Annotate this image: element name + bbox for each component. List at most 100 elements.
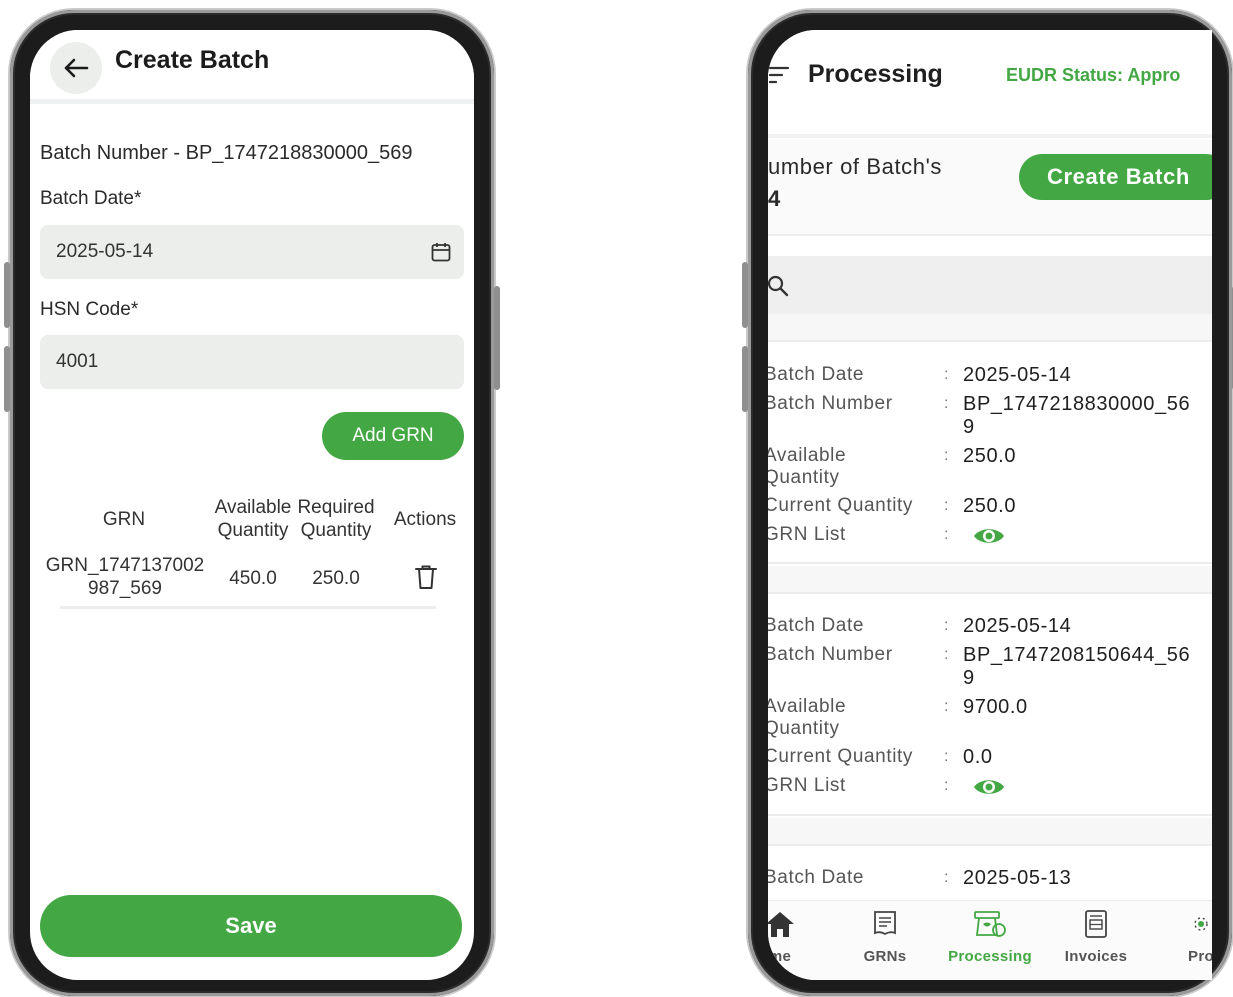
batch-date-field[interactable]: 2025-05-14 bbox=[40, 225, 464, 279]
header-line: Quantity bbox=[217, 520, 289, 541]
current-quantity-value: 250.0 bbox=[963, 495, 1017, 517]
available-quantity-key: Available Quantity bbox=[768, 445, 846, 489]
current-quantity-key: Current Quantity bbox=[768, 495, 913, 516]
hsn-code-label: HSN Code* bbox=[40, 299, 139, 320]
grn-list-key: GRN List bbox=[768, 775, 846, 796]
separator: : bbox=[944, 698, 949, 715]
nav-label: Invoices bbox=[1064, 948, 1128, 965]
row-divider bbox=[60, 606, 436, 609]
right-phone-frame: Processing EUDR Status: Appro umber of B… bbox=[742, 10, 1233, 996]
available-quantity-cell: 450.0 bbox=[229, 568, 277, 589]
grn-id-line: GRN_1747137002 bbox=[45, 555, 205, 576]
phone-side-button bbox=[4, 346, 10, 412]
batch-count-value: 4 bbox=[768, 186, 781, 211]
current-quantity-key: Current Quantity bbox=[768, 746, 913, 767]
batch-count-label: umber of Batch's bbox=[768, 154, 942, 179]
save-button[interactable]: Save bbox=[40, 895, 462, 957]
batch-date-key: Batch Date bbox=[768, 615, 864, 636]
key-line: Quantity bbox=[768, 718, 840, 739]
eye-icon[interactable] bbox=[972, 525, 1006, 547]
processing-screen: Processing EUDR Status: Appro umber of B… bbox=[768, 30, 1212, 980]
available-quantity-value: 9700.0 bbox=[963, 696, 1028, 718]
page-title: Create Batch bbox=[115, 46, 270, 74]
grn-cell: GRN_1747137002 987_569 bbox=[40, 554, 210, 600]
header-line: Required bbox=[297, 497, 375, 518]
nav-label: Processing bbox=[948, 948, 1032, 965]
grn-list-key: GRN List bbox=[768, 524, 846, 545]
nav-item-invoices[interactable]: Invoices bbox=[1046, 909, 1146, 965]
nav-item-profile[interactable]: Pro bbox=[1151, 909, 1212, 965]
create-batch-button[interactable]: Create Batch bbox=[1019, 154, 1212, 200]
batch-number-line: 9 bbox=[963, 416, 975, 438]
batch-date-label: Batch Date* bbox=[40, 188, 142, 209]
nav-item-grns[interactable]: GRNs bbox=[835, 909, 935, 965]
batch-number-value: BP_1747208150644_56 9 bbox=[963, 644, 1190, 690]
batch-date-value: 2025-05-14 bbox=[963, 364, 1072, 386]
nav-label: GRNs bbox=[863, 948, 907, 965]
phone-side-button bbox=[4, 262, 10, 328]
key-line: Available bbox=[768, 696, 847, 717]
batch-number-text: Batch Number - BP_1747218830000_569 bbox=[40, 142, 413, 164]
batch-date-key: Batch Date bbox=[768, 364, 864, 385]
separator: : bbox=[944, 447, 949, 464]
invoices-icon bbox=[1085, 910, 1107, 938]
bottom-navigation: me GRNs Processing Invoices Pro bbox=[768, 900, 1212, 980]
back-button[interactable] bbox=[50, 42, 102, 94]
separator: : bbox=[944, 366, 949, 383]
separator: : bbox=[944, 497, 949, 514]
column-header-required: Required Quantity bbox=[295, 496, 377, 542]
grn-id-line: 987_569 bbox=[88, 578, 162, 599]
column-header-actions: Actions bbox=[393, 509, 457, 530]
batch-number-value: BP_1747218830000_56 9 bbox=[963, 393, 1190, 439]
hsn-code-field[interactable]: 4001 bbox=[40, 335, 464, 389]
required-quantity-cell: 250.0 bbox=[312, 568, 360, 589]
eudr-status: EUDR Status: Appro bbox=[1006, 65, 1181, 85]
processing-icon bbox=[974, 911, 1006, 937]
trash-icon[interactable] bbox=[414, 564, 438, 590]
separator: : bbox=[944, 646, 949, 663]
header-line: Quantity bbox=[300, 520, 372, 541]
batch-card[interactable]: Batch Date : 2025-05-14 Batch Number : B… bbox=[768, 592, 1212, 816]
nav-label: me bbox=[768, 948, 792, 965]
available-quantity-value: 250.0 bbox=[963, 445, 1017, 467]
phone-side-button bbox=[494, 286, 500, 390]
card-gap bbox=[768, 566, 1212, 592]
batch-card[interactable]: Batch Date : 2025-05-14 Batch Number : B… bbox=[768, 340, 1212, 564]
batch-date-value: 2025-05-14 bbox=[56, 241, 154, 262]
separator: : bbox=[944, 869, 949, 886]
card-gap bbox=[768, 314, 1212, 340]
phone-side-button bbox=[742, 262, 748, 328]
menu-icon[interactable] bbox=[768, 64, 792, 86]
app-bar: Processing EUDR Status: Appro bbox=[768, 30, 1212, 138]
batch-number-line: BP_1747218830000_56 bbox=[963, 393, 1191, 415]
left-phone-frame: Create Batch Batch Number - BP_174721883… bbox=[4, 10, 500, 996]
header-line: Available bbox=[214, 497, 292, 518]
arrow-left-icon bbox=[64, 58, 89, 78]
grns-icon bbox=[874, 911, 896, 936]
key-line: Quantity bbox=[768, 467, 840, 488]
separator: : bbox=[944, 617, 949, 634]
phone-side-button bbox=[742, 346, 748, 412]
batch-date-key: Batch Date bbox=[768, 867, 864, 888]
search-input[interactable] bbox=[768, 256, 1212, 314]
separator: : bbox=[944, 526, 949, 543]
page-title: Processing bbox=[808, 60, 943, 88]
separator: : bbox=[944, 748, 949, 765]
calendar-icon[interactable] bbox=[430, 241, 452, 263]
hsn-code-value: 4001 bbox=[56, 351, 99, 372]
batch-number-line: 9 bbox=[963, 667, 975, 689]
column-header-available: Available Quantity bbox=[212, 496, 294, 542]
eye-icon[interactable] bbox=[972, 776, 1006, 798]
current-quantity-value: 0.0 bbox=[963, 746, 993, 768]
profile-icon bbox=[1194, 917, 1208, 931]
key-line: Available bbox=[768, 445, 847, 466]
available-quantity-key: Available Quantity bbox=[768, 696, 846, 740]
batch-number-key: Batch Number bbox=[768, 644, 893, 665]
batch-date-value: 2025-05-14 bbox=[963, 615, 1072, 637]
add-grn-button[interactable]: Add GRN bbox=[322, 412, 464, 460]
card-gap bbox=[768, 818, 1212, 844]
separator: : bbox=[944, 395, 949, 412]
nav-item-processing[interactable]: Processing bbox=[940, 909, 1040, 965]
home-icon bbox=[768, 912, 794, 937]
nav-item-home[interactable]: me bbox=[768, 909, 830, 965]
